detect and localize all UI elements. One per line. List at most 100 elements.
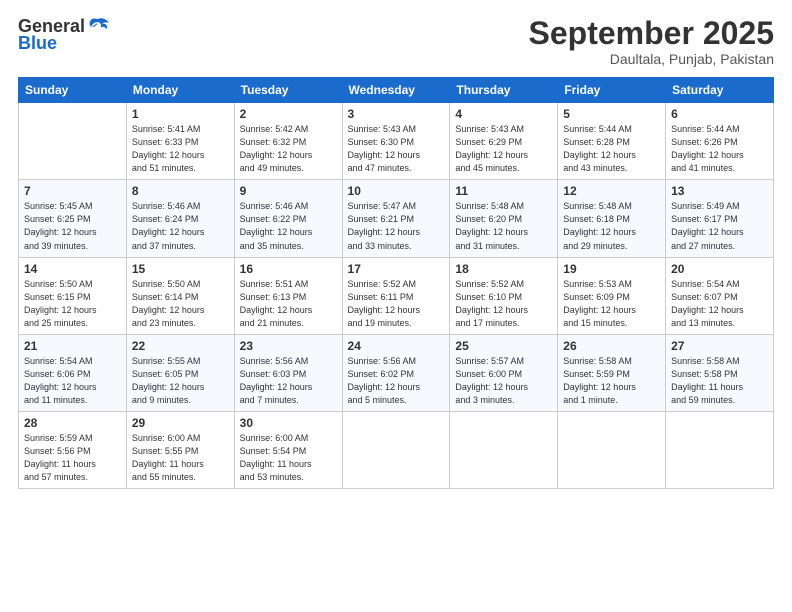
day-number: 23 (240, 339, 337, 353)
day-number: 7 (24, 184, 121, 198)
table-row: 20 Sunrise: 5:54 AM Sunset: 6:07 PM Dayli… (666, 257, 774, 334)
table-row (342, 411, 450, 488)
day-info: Sunrise: 6:00 AM Sunset: 5:54 PM Dayligh… (240, 432, 337, 484)
day-number: 6 (671, 107, 768, 121)
table-row: 22Sunrise: 5:55 AM Sunset: 6:05 PM Dayli… (126, 334, 234, 411)
day-number: 16 (240, 262, 337, 276)
table-row: 27 Sunrise: 5:58 AM Sunset: 5:58 PM Dayli… (666, 334, 774, 411)
title-area: September 2025 Daultala, Punjab, Pakista… (529, 16, 774, 67)
table-row: 28 Sunrise: 5:59 AM Sunset: 5:56 PM Dayli… (19, 411, 127, 488)
table-row: 12 Sunrise: 5:48 AM Sunset: 6:18 PM Dayli… (558, 180, 666, 257)
col-tuesday: Tuesday (234, 78, 342, 103)
month-title: September 2025 (529, 16, 774, 51)
day-number: 15 (132, 262, 229, 276)
day-info: Sunrise: 6:00 AM Sunset: 5:55 PM Dayligh… (132, 432, 229, 484)
location-title: Daultala, Punjab, Pakistan (529, 51, 774, 67)
day-number: 10 (348, 184, 445, 198)
day-info: Sunrise: 5:58 AM Sunset: 5:58 PM Dayligh… (671, 355, 768, 407)
table-row (450, 411, 558, 488)
table-row (666, 411, 774, 488)
day-info: Sunrise: 5:42 AM Sunset: 6:32 PM Dayligh… (240, 123, 337, 175)
col-sunday: Sunday (19, 78, 127, 103)
col-thursday: Thursday (450, 78, 558, 103)
day-number: 28 (24, 416, 121, 430)
day-info: Sunrise: 5:45 AM Sunset: 6:25 PM Dayligh… (24, 200, 121, 252)
day-number: 14 (24, 262, 121, 276)
day-info: Sunrise: 5:51 AM Sunset: 6:13 PM Dayligh… (240, 278, 337, 330)
day-info: Sunrise: 5:47 AM Sunset: 6:21 PM Dayligh… (348, 200, 445, 252)
day-number: 2 (240, 107, 337, 121)
table-row: 7 Sunrise: 5:45 AM Sunset: 6:25 PM Daylig… (19, 180, 127, 257)
day-number: 8 (132, 184, 229, 198)
table-row: 2 Sunrise: 5:42 AM Sunset: 6:32 PM Daylig… (234, 103, 342, 180)
page: General Blue September 2025 Daultala, Pu… (0, 0, 792, 612)
day-number: 11 (455, 184, 552, 198)
table-row: 3 Sunrise: 5:43 AM Sunset: 6:30 PM Daylig… (342, 103, 450, 180)
day-info: Sunrise: 5:52 AM Sunset: 6:10 PM Dayligh… (455, 278, 552, 330)
day-info: Sunrise: 5:53 AM Sunset: 6:09 PM Dayligh… (563, 278, 660, 330)
day-number: 29 (132, 416, 229, 430)
day-number: 24 (348, 339, 445, 353)
day-info: Sunrise: 5:43 AM Sunset: 6:30 PM Dayligh… (348, 123, 445, 175)
day-number: 20 (671, 262, 768, 276)
logo: General Blue (18, 16, 109, 54)
day-info: Sunrise: 5:43 AM Sunset: 6:29 PM Dayligh… (455, 123, 552, 175)
day-info: Sunrise: 5:55 AM Sunset: 6:05 PM Dayligh… (132, 355, 229, 407)
day-info: Sunrise: 5:50 AM Sunset: 6:14 PM Dayligh… (132, 278, 229, 330)
day-info: Sunrise: 5:58 AM Sunset: 5:59 PM Dayligh… (563, 355, 660, 407)
day-info: Sunrise: 5:54 AM Sunset: 6:07 PM Dayligh… (671, 278, 768, 330)
day-info: Sunrise: 5:57 AM Sunset: 6:00 PM Dayligh… (455, 355, 552, 407)
day-number: 4 (455, 107, 552, 121)
table-row: 21 Sunrise: 5:54 AM Sunset: 6:06 PM Dayli… (19, 334, 127, 411)
day-info: Sunrise: 5:48 AM Sunset: 6:18 PM Dayligh… (563, 200, 660, 252)
table-row: 16 Sunrise: 5:51 AM Sunset: 6:13 PM Dayli… (234, 257, 342, 334)
table-row: 18 Sunrise: 5:52 AM Sunset: 6:10 PM Dayli… (450, 257, 558, 334)
logo-bird-icon (87, 17, 109, 37)
day-info: Sunrise: 5:56 AM Sunset: 6:03 PM Dayligh… (240, 355, 337, 407)
day-number: 12 (563, 184, 660, 198)
day-info: Sunrise: 5:50 AM Sunset: 6:15 PM Dayligh… (24, 278, 121, 330)
day-info: Sunrise: 5:59 AM Sunset: 5:56 PM Dayligh… (24, 432, 121, 484)
logo-blue: Blue (18, 33, 57, 54)
day-number: 27 (671, 339, 768, 353)
table-row (558, 411, 666, 488)
day-info: Sunrise: 5:54 AM Sunset: 6:06 PM Dayligh… (24, 355, 121, 407)
table-row: 14 Sunrise: 5:50 AM Sunset: 6:15 PM Dayli… (19, 257, 127, 334)
table-row: 25 Sunrise: 5:57 AM Sunset: 6:00 PM Dayli… (450, 334, 558, 411)
header: General Blue September 2025 Daultala, Pu… (18, 16, 774, 67)
day-info: Sunrise: 5:52 AM Sunset: 6:11 PM Dayligh… (348, 278, 445, 330)
table-row: 9 Sunrise: 5:46 AM Sunset: 6:22 PM Daylig… (234, 180, 342, 257)
table-row: 8Sunrise: 5:46 AM Sunset: 6:24 PM Daylig… (126, 180, 234, 257)
table-row: 13Sunrise: 5:49 AM Sunset: 6:17 PM Dayli… (666, 180, 774, 257)
day-info: Sunrise: 5:56 AM Sunset: 6:02 PM Dayligh… (348, 355, 445, 407)
table-row: 29 Sunrise: 6:00 AM Sunset: 5:55 PM Dayli… (126, 411, 234, 488)
col-saturday: Saturday (666, 78, 774, 103)
day-number: 21 (24, 339, 121, 353)
day-number: 3 (348, 107, 445, 121)
col-wednesday: Wednesday (342, 78, 450, 103)
day-info: Sunrise: 5:46 AM Sunset: 6:22 PM Dayligh… (240, 200, 337, 252)
day-number: 26 (563, 339, 660, 353)
day-number: 17 (348, 262, 445, 276)
day-number: 18 (455, 262, 552, 276)
day-number: 1 (132, 107, 229, 121)
day-number: 25 (455, 339, 552, 353)
table-row: 1 Sunrise: 5:41 AM Sunset: 6:33 PM Daylig… (126, 103, 234, 180)
table-row: 11 Sunrise: 5:48 AM Sunset: 6:20 PM Dayli… (450, 180, 558, 257)
calendar: Sunday Monday Tuesday Wednesday Thursday… (18, 77, 774, 489)
day-info: Sunrise: 5:41 AM Sunset: 6:33 PM Dayligh… (132, 123, 229, 175)
table-row: 30 Sunrise: 6:00 AM Sunset: 5:54 PM Dayli… (234, 411, 342, 488)
day-number: 30 (240, 416, 337, 430)
col-monday: Monday (126, 78, 234, 103)
table-row: 17 Sunrise: 5:52 AM Sunset: 6:11 PM Dayli… (342, 257, 450, 334)
table-row: 19Sunrise: 5:53 AM Sunset: 6:09 PM Dayli… (558, 257, 666, 334)
table-row: 10 Sunrise: 5:47 AM Sunset: 6:21 PM Dayli… (342, 180, 450, 257)
table-row: 6Sunrise: 5:44 AM Sunset: 6:26 PM Daylig… (666, 103, 774, 180)
day-number: 9 (240, 184, 337, 198)
day-number: 13 (671, 184, 768, 198)
col-friday: Friday (558, 78, 666, 103)
table-row: 15 Sunrise: 5:50 AM Sunset: 6:14 PM Dayli… (126, 257, 234, 334)
day-info: Sunrise: 5:48 AM Sunset: 6:20 PM Dayligh… (455, 200, 552, 252)
day-number: 5 (563, 107, 660, 121)
day-info: Sunrise: 5:44 AM Sunset: 6:28 PM Dayligh… (563, 123, 660, 175)
